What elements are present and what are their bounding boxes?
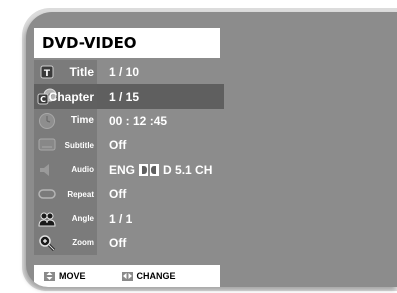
menu-label-zoom: Zoom: [72, 238, 94, 248]
audio-language: ENG: [109, 162, 136, 177]
zoom-icon: [37, 234, 57, 252]
subtitle-icon: [37, 136, 57, 154]
menu-value-title: 1 / 10: [109, 65, 140, 80]
footer-move: MOVE: [44, 271, 86, 281]
menu-label-subtitle: Subtitle: [64, 140, 94, 150]
menu-value-angle: 1 / 1: [109, 211, 133, 226]
move-label: MOVE: [59, 271, 86, 281]
menu-title: DVD-VIDEO: [34, 28, 220, 58]
label-cell: T Title: [34, 60, 97, 85]
menu-row-repeat[interactable]: Repeat Off: [34, 181, 224, 207]
label-cell: Subtitle: [34, 133, 97, 158]
change-label: CHANGE: [136, 271, 176, 281]
svg-text:T: T: [44, 69, 51, 79]
label-cell: C Chapter: [34, 84, 97, 109]
menu-row-time[interactable]: Time 00 : 12 :45: [34, 108, 224, 134]
footer-change: CHANGE: [121, 271, 176, 281]
label-cell: Repeat: [34, 181, 97, 207]
audio-format: D 5.1 CH: [163, 162, 213, 177]
label-cell: Zoom: [34, 230, 97, 256]
speaker-icon: [37, 161, 57, 179]
left-right-arrows-icon: [121, 271, 133, 281]
info-menu: T Title 1 / 10 C Chapter 1 / 15 Time 00 …: [34, 60, 224, 256]
menu-row-title[interactable]: T Title 1 / 10: [34, 60, 224, 85]
menu-label-repeat: Repeat: [67, 189, 94, 199]
angle-icon: [37, 210, 57, 228]
label-cell: Angle: [34, 206, 97, 231]
up-down-arrows-icon: [44, 271, 55, 281]
menu-value-subtitle: Off: [109, 138, 127, 153]
clock-icon: [37, 112, 57, 130]
menu-label-title: Title: [69, 65, 94, 80]
menu-row-chapter[interactable]: C Chapter 1 / 15: [34, 84, 224, 109]
menu-row-subtitle[interactable]: Subtitle Off: [34, 133, 224, 158]
menu-value-audio: ENG D 5.1 CH: [109, 163, 212, 177]
menu-value-zoom: Off: [109, 235, 127, 250]
footer-bar: MOVE CHANGE: [34, 265, 220, 287]
menu-label-chapter: Chapter: [48, 89, 94, 104]
menu-label-time: Time: [70, 115, 94, 127]
label-cell: Audio: [34, 157, 97, 182]
svg-text:C: C: [40, 95, 46, 104]
menu-row-angle[interactable]: Angle 1 / 1: [34, 206, 224, 231]
menu-value-chapter: 1 / 15: [109, 89, 140, 104]
menu-label-angle: Angle: [71, 214, 94, 224]
label-cell: Time: [34, 108, 97, 134]
menu-label-audio: Audio: [71, 165, 94, 175]
repeat-icon: [37, 185, 57, 203]
menu-row-audio[interactable]: Audio ENG D 5.1 CH: [34, 157, 224, 182]
title-t-icon: T: [37, 63, 57, 81]
menu-row-zoom[interactable]: Zoom Off: [34, 230, 224, 256]
menu-value-repeat: Off: [109, 187, 127, 202]
info-panel: DVD-VIDEO T Title 1 / 10 C Chapter 1 / 1…: [26, 12, 397, 287]
dolby-digital-icon: [139, 163, 160, 176]
dvd-osd-screen: DVD-VIDEO T Title 1 / 10 C Chapter 1 / 1…: [0, 0, 397, 293]
menu-value-time: 00 : 12 :45: [109, 113, 168, 128]
